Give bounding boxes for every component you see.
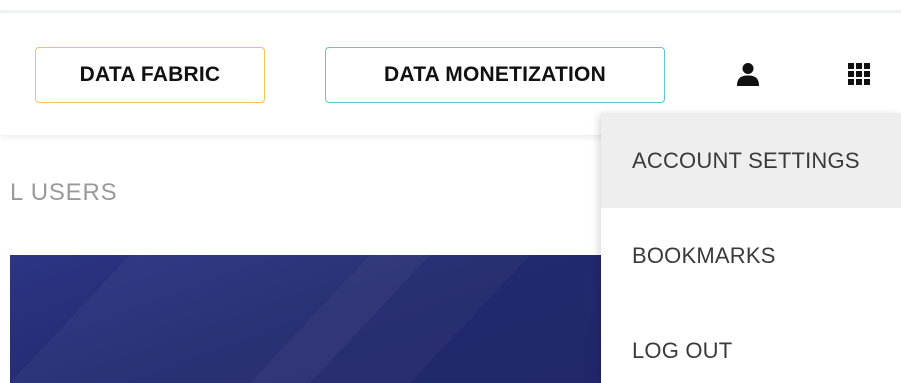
data-fabric-button[interactable]: DATA FABRIC xyxy=(35,47,265,103)
data-monetization-label: DATA MONETIZATION xyxy=(384,63,606,86)
log-out-label: LOG OUT xyxy=(632,337,733,363)
apps-grid-icon xyxy=(848,63,870,85)
menu-item-account-settings[interactable]: ACCOUNT SETTINGS xyxy=(601,113,901,208)
data-monetization-button[interactable]: DATA MONETIZATION xyxy=(325,47,665,103)
apps-menu-button[interactable] xyxy=(844,59,874,89)
bookmarks-label: BOOKMARKS xyxy=(632,242,776,268)
menu-item-bookmarks[interactable]: BOOKMARKS xyxy=(601,208,901,303)
page: DATA FABRIC DATA MONETIZATION L USERS AC… xyxy=(0,0,901,383)
data-fabric-label: DATA FABRIC xyxy=(79,63,221,86)
account-dropdown-menu: ACCOUNT SETTINGS BOOKMARKS LOG OUT xyxy=(601,113,901,383)
account-settings-label: ACCOUNT SETTINGS xyxy=(632,147,860,173)
user-icon xyxy=(737,63,759,86)
menu-item-log-out[interactable]: LOG OUT xyxy=(601,303,901,383)
user-account-button[interactable] xyxy=(733,59,763,89)
section-heading: L USERS xyxy=(10,179,118,206)
